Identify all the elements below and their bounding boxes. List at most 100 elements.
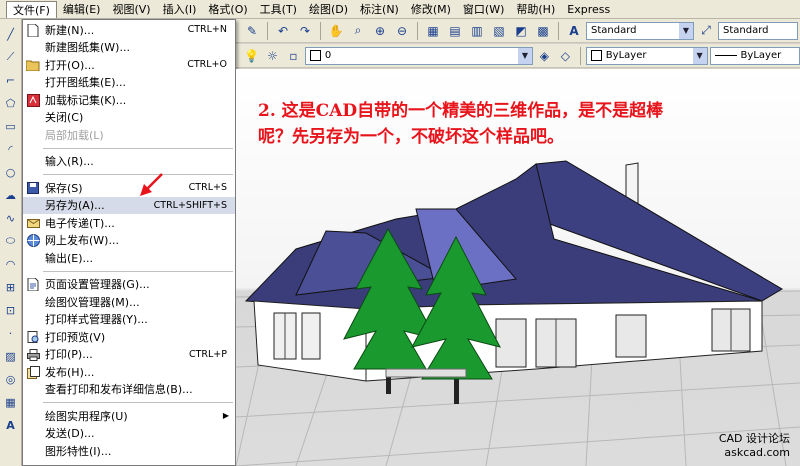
menu-item-label: 打开图纸集(E)... — [45, 76, 127, 90]
circle-icon[interactable]: ○ — [2, 163, 20, 181]
menu-item-plot-preview[interactable]: 打印预览(V) — [23, 328, 235, 346]
menu-item-shortcut: CTRL+N — [187, 24, 227, 36]
line-icon[interactable]: ╱ — [2, 25, 20, 43]
ellipse-arc-icon[interactable]: ◠ — [2, 255, 20, 273]
point-icon[interactable]: · — [2, 324, 20, 342]
menu-item-export[interactable]: 输出(E)... — [23, 249, 235, 267]
menu-item-send[interactable]: 发送(D)... — [23, 425, 235, 443]
menu-modify[interactable]: 修改(M) — [405, 1, 457, 18]
menu-item-label: 输出(E)... — [45, 251, 94, 265]
publish-web-icon — [26, 234, 40, 248]
dim-style-value: Standard — [723, 25, 769, 36]
spline-icon[interactable]: ∿ — [2, 209, 20, 227]
region-icon[interactable]: ◎ — [2, 370, 20, 388]
menu-item-label: 保存(S) — [45, 181, 83, 195]
menu-format[interactable]: 格式(O) — [202, 1, 253, 18]
zoom-previous-icon[interactable]: ⊖ — [392, 21, 412, 41]
menu-view[interactable]: 视图(V) — [106, 1, 156, 18]
calculator-icon[interactable]: ▩ — [533, 21, 553, 41]
print-preview-icon — [26, 330, 40, 344]
zoom-window-icon[interactable]: ⊕ — [370, 21, 390, 41]
layer-state-icon[interactable]: 💡 — [242, 46, 261, 66]
menu-item-save[interactable]: 保存(S) CTRL+S — [23, 179, 235, 197]
menu-item-load-markup-set[interactable]: 加载标记集(K)... — [23, 91, 235, 109]
layer-select[interactable]: 0 ▼ — [304, 46, 533, 65]
menu-item-plot-publish-details[interactable]: 查看打印和发布详细信息(B)... — [23, 381, 235, 399]
menu-item-new[interactable]: 新建(N)... CTRL+N — [23, 21, 235, 39]
menu-bar: 文件(F) 编辑(E) 视图(V) 插入(I) 格式(O) 工具(T) 绘图(D… — [0, 0, 800, 19]
zoom-realtime-icon[interactable]: ⌕ — [348, 21, 368, 41]
text-style-select[interactable]: Standard ▼ — [586, 21, 694, 40]
menu-item-plotter-manager[interactable]: 绘图仪管理器(M)... — [23, 293, 235, 311]
menu-item-label: 打印(P)... — [45, 348, 93, 362]
menu-tools[interactable]: 工具(T) — [254, 1, 303, 18]
menu-item-plot-style-manager[interactable]: 打印样式管理器(Y)... — [23, 311, 235, 329]
tool-palettes-icon[interactable]: ▥ — [467, 21, 487, 41]
chevron-down-icon[interactable]: ▼ — [679, 22, 693, 39]
linetype-select[interactable]: ByLayer — [709, 46, 800, 65]
menu-item-drawing-properties[interactable]: 图形特性(I)... — [23, 442, 235, 460]
polygon-icon[interactable]: ⬠ — [2, 94, 20, 112]
menu-item-close[interactable]: 关闭(C) — [23, 109, 235, 127]
undo-icon[interactable]: ↶ — [273, 21, 293, 41]
markup-set-icon[interactable]: ◩ — [511, 21, 531, 41]
menu-window[interactable]: 窗口(W) — [457, 1, 510, 18]
polyline-icon[interactable]: ⌐ — [2, 71, 20, 89]
chevron-down-icon[interactable]: ▼ — [692, 47, 707, 64]
dim-style-select[interactable]: Standard — [718, 21, 798, 40]
linetype-sample — [714, 55, 737, 56]
table-icon[interactable]: ▦ — [2, 393, 20, 411]
menu-item-label: 新建图纸集(W)... — [45, 41, 130, 55]
menu-item-page-setup-manager[interactable]: 页面设置管理器(G)... — [23, 276, 235, 294]
menu-edit[interactable]: 编辑(E) — [57, 1, 107, 18]
menu-item-drawing-utilities[interactable]: 绘图实用程序(U) ▶ — [23, 407, 235, 425]
menu-item-label: 局部加载(L) — [45, 128, 104, 142]
menu-item-plot[interactable]: 打印(P)... CTRL+P — [23, 346, 235, 364]
construction-line-icon[interactable]: ⟋ — [2, 48, 20, 66]
color-select[interactable]: ByLayer ▼ — [585, 46, 708, 65]
menu-dimension[interactable]: 标注(N) — [354, 1, 405, 18]
hatch-icon[interactable]: ▨ — [2, 347, 20, 365]
menu-divider — [43, 147, 233, 149]
make-block-icon[interactable]: ⊡ — [2, 301, 20, 319]
menu-item-label: 网上发布(W)... — [45, 234, 119, 248]
arc-icon[interactable]: ◜ — [2, 140, 20, 158]
menu-insert[interactable]: 插入(I) — [157, 1, 203, 18]
menu-item-new-sheet-set[interactable]: 新建图纸集(W)... — [23, 39, 235, 57]
menu-help[interactable]: 帮助(H) — [510, 1, 561, 18]
menu-item-import[interactable]: 输入(R)... — [23, 153, 235, 171]
revision-cloud-icon[interactable]: ☁ — [2, 186, 20, 204]
insert-block-icon[interactable]: ⊞ — [2, 278, 20, 296]
menu-item-shortcut: CTRL+S — [188, 182, 227, 194]
menu-item-save-as[interactable]: 另存为(A)... CTRL+SHIFT+S — [23, 196, 235, 214]
mtext-icon[interactable]: A — [2, 416, 20, 434]
menu-item-publish[interactable]: 发布(H)... — [23, 363, 235, 381]
submenu-arrow-icon: ▶ — [222, 411, 229, 421]
design-center-icon[interactable]: ▤ — [445, 21, 465, 41]
menu-item-label: 电子传递(T)... — [45, 216, 115, 230]
rectangle-icon[interactable]: ▭ — [2, 117, 20, 135]
make-current-layer-icon[interactable]: ◈ — [535, 46, 554, 66]
menu-item-open-sheet-set[interactable]: 打开图纸集(E)... — [23, 74, 235, 92]
layer-previous-icon[interactable]: ◇ — [556, 46, 575, 66]
sheet-set-icon[interactable]: ▧ — [489, 21, 509, 41]
file-menu: 新建(N)... CTRL+N 新建图纸集(W)... 打开(O)... CTR… — [22, 19, 236, 466]
menu-item-label: 发布(H)... — [45, 365, 95, 379]
properties-icon[interactable]: ▦ — [423, 21, 443, 41]
menu-item-label: 另存为(A)... — [45, 199, 105, 213]
menu-express[interactable]: Express — [561, 1, 616, 18]
etransmit-icon — [26, 216, 40, 230]
dim-style-icon: ⤢ — [701, 23, 711, 37]
menu-draw[interactable]: 绘图(D) — [303, 1, 354, 18]
lock-icon[interactable]: ▫ — [284, 46, 303, 66]
menu-file[interactable]: 文件(F) — [6, 0, 57, 18]
menu-item-etransmit[interactable]: 电子传递(T)... — [23, 214, 235, 232]
pan-icon[interactable]: ✋ — [326, 21, 346, 41]
match-properties-icon[interactable]: ✎ — [242, 21, 262, 41]
menu-item-publish-web[interactable]: 网上发布(W)... — [23, 232, 235, 250]
menu-item-open[interactable]: 打开(O)... CTRL+O — [23, 56, 235, 74]
redo-icon[interactable]: ↷ — [295, 21, 315, 41]
chevron-down-icon[interactable]: ▼ — [517, 47, 532, 64]
ellipse-icon[interactable]: ⬭ — [2, 232, 20, 250]
sun-icon[interactable]: ☼ — [263, 46, 282, 66]
